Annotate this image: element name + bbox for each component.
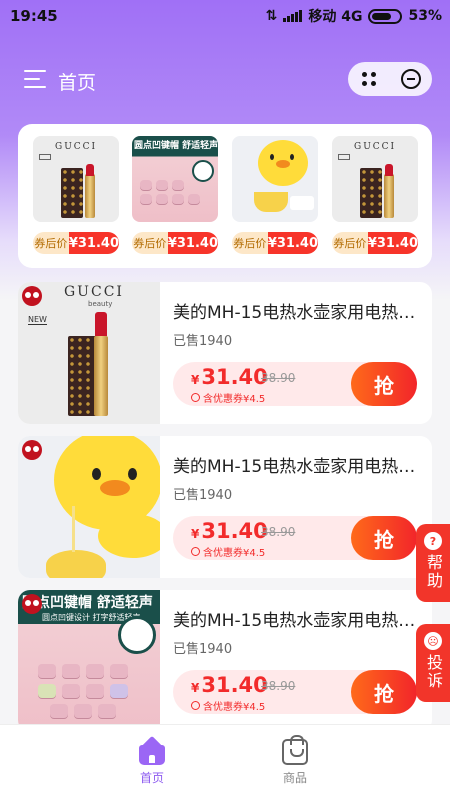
coupon-icon bbox=[191, 701, 200, 710]
featured-item[interactable] bbox=[232, 136, 318, 222]
close-circle-icon[interactable] bbox=[400, 69, 421, 89]
tab-goods[interactable]: 商品 bbox=[255, 735, 335, 786]
complaint-label: 投诉 bbox=[424, 654, 443, 690]
featured-item[interactable]: GUCCI bbox=[332, 136, 418, 222]
current-price: ¥31.40 bbox=[191, 673, 268, 697]
sold-count: 已售1940 bbox=[173, 488, 233, 503]
coupon-price-label: 券后价 bbox=[332, 232, 368, 254]
featured-price-tag: 券后价 ¥31.40 bbox=[132, 232, 218, 254]
featured-price: ¥31.40 bbox=[267, 232, 318, 254]
product-image-lipstick: GUCCI beauty NEW bbox=[18, 282, 160, 424]
sold-count: 已售1940 bbox=[173, 334, 233, 349]
help-label: 帮助 bbox=[424, 554, 443, 590]
featured-item[interactable]: GUCCI bbox=[33, 136, 119, 222]
featured-price-tag: 券后价 ¥31.40 bbox=[332, 232, 418, 254]
product-image-lipstick: GUCCI bbox=[332, 136, 418, 222]
signal-icon bbox=[283, 10, 303, 22]
featured-item[interactable]: 圆点凹键帽 舒适轻声 bbox=[132, 136, 218, 222]
product-card[interactable]: 美的MH-15电热水壶家用电热水壶 已售1940 ¥31.40 38.90 含优… bbox=[18, 436, 432, 578]
battery-icon bbox=[368, 8, 403, 24]
app-header: 首页 bbox=[0, 60, 450, 100]
current-price: ¥31.40 bbox=[191, 519, 268, 543]
product-image-kettle bbox=[18, 436, 160, 578]
shop-badge-icon bbox=[22, 440, 42, 460]
tab-home[interactable]: 首页 bbox=[112, 737, 192, 786]
buy-pill: ¥31.40 38.90 含优惠券¥4.5 抢 bbox=[173, 516, 417, 560]
product-title: 美的MH-15电热水壶家用电热水壶 bbox=[173, 457, 423, 477]
grab-button[interactable]: 抢 bbox=[351, 670, 417, 714]
grab-button[interactable]: 抢 bbox=[351, 516, 417, 560]
featured-price-tag: 券后价 ¥31.40 bbox=[33, 232, 119, 254]
product-image-lipstick: GUCCI bbox=[33, 136, 119, 222]
shop-badge-icon bbox=[22, 594, 42, 614]
status-bar: 19:45 ⇅ 移动 4G 53% bbox=[0, 0, 450, 32]
coupon-icon bbox=[191, 393, 200, 402]
product-title: 美的MH-15电热水壶家用电热水壶 bbox=[173, 303, 423, 323]
complaint-button[interactable]: ☹ 投诉 bbox=[416, 624, 450, 702]
featured-price: ¥31.40 bbox=[367, 232, 418, 254]
product-card[interactable]: GUCCI beauty NEW 美的MH-15电热水壶家用电热水壶 已售194… bbox=[18, 282, 432, 424]
tab-goods-label: 商品 bbox=[282, 771, 307, 785]
data-transfer-icon: ⇅ bbox=[265, 8, 278, 24]
page-title: 首页 bbox=[58, 72, 97, 94]
bottom-tab-bar: 首页 商品 bbox=[0, 724, 450, 800]
featured-price-tag: 券后价 ¥31.40 bbox=[232, 232, 318, 254]
original-price: 38.90 bbox=[261, 525, 296, 539]
featured-products-card: GUCCI 券后价 ¥31.40 圆点凹键帽 舒适轻声 券后价 ¥31.40 券… bbox=[18, 124, 432, 268]
status-battery: 53% bbox=[408, 8, 442, 24]
menu-icon[interactable] bbox=[24, 70, 46, 88]
coupon-icon bbox=[191, 547, 200, 556]
tab-home-label: 首页 bbox=[139, 771, 164, 785]
sold-count: 已售1940 bbox=[173, 642, 233, 657]
coupon-price-label: 券后价 bbox=[33, 232, 69, 254]
brand-text: GUCCI bbox=[64, 284, 124, 300]
product-image-keyboard: 圆点凹键帽 舒适轻声 bbox=[132, 136, 218, 222]
status-right: ⇅ 移动 4G 53% bbox=[266, 6, 442, 26]
current-price: ¥31.40 bbox=[191, 365, 268, 389]
featured-price: ¥31.40 bbox=[167, 232, 218, 254]
brand-text: GUCCI bbox=[354, 142, 397, 152]
buy-pill: ¥31.40 38.90 含优惠券¥4.5 抢 bbox=[173, 670, 417, 714]
more-dots-icon[interactable] bbox=[360, 70, 378, 88]
original-price: 38.90 bbox=[261, 679, 296, 693]
shop-badge-icon bbox=[22, 286, 42, 306]
complaint-icon: ☹ bbox=[424, 632, 442, 650]
product-title: 美的MH-15电热水壶家用电热水壶 bbox=[173, 611, 423, 631]
coupon-info: 含优惠券¥4.5 bbox=[191, 544, 265, 559]
coupon-price-label: 券后价 bbox=[232, 232, 268, 254]
mini-program-capsule bbox=[348, 62, 432, 96]
product-image-keyboard: 圆点凹键帽 舒适轻声 圆点凹键设计 打字舒适轻声 bbox=[18, 590, 160, 732]
coupon-price-label: 券后价 bbox=[132, 232, 168, 254]
brand-text: GUCCI bbox=[55, 142, 98, 152]
help-button[interactable]: ? 帮助 bbox=[416, 524, 450, 602]
status-time: 19:45 bbox=[10, 7, 58, 25]
brand-sub-text: beauty bbox=[88, 300, 113, 308]
featured-price: ¥31.40 bbox=[68, 232, 119, 254]
new-tag: NEW bbox=[28, 315, 47, 325]
help-icon: ? bbox=[424, 532, 442, 550]
keyboard-caption: 圆点凹键帽 舒适轻声 bbox=[134, 141, 218, 151]
original-price: 38.90 bbox=[261, 371, 296, 385]
status-carrier: 移动 4G bbox=[308, 9, 363, 25]
product-card[interactable]: 圆点凹键帽 舒适轻声 圆点凹键设计 打字舒适轻声 美的MH-15电热水壶家用电热… bbox=[18, 590, 432, 732]
product-image-kettle bbox=[232, 136, 318, 222]
shopping-bag-icon bbox=[282, 735, 308, 765]
buy-pill: ¥31.40 38.90 含优惠券¥4.5 抢 bbox=[173, 362, 417, 406]
coupon-info: 含优惠券¥4.5 bbox=[191, 698, 265, 713]
home-icon bbox=[137, 737, 167, 765]
grab-button[interactable]: 抢 bbox=[351, 362, 417, 406]
coupon-info: 含优惠券¥4.5 bbox=[191, 390, 265, 405]
